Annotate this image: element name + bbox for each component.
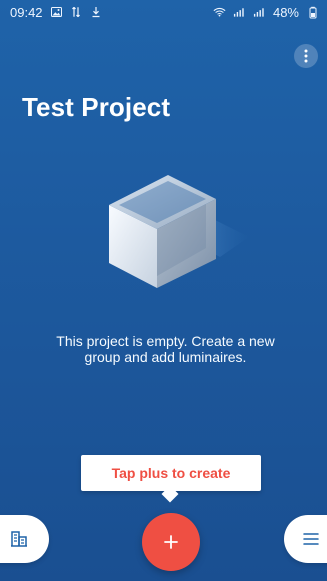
signal-icon-secondary xyxy=(253,6,266,18)
wifi-icon xyxy=(213,6,226,18)
status-bar: 09:42 48% xyxy=(0,0,327,24)
status-right: 48% xyxy=(213,5,319,20)
status-left: 09:42 xyxy=(10,5,103,20)
battery-percent: 48% xyxy=(272,4,299,20)
more-vertical-icon xyxy=(304,49,308,63)
download-icon xyxy=(90,6,103,18)
building-icon xyxy=(11,531,27,547)
empty-state-message: This project is empty. Create a new grou… xyxy=(56,333,275,365)
building-view-button[interactable] xyxy=(0,515,49,563)
menu-button[interactable] xyxy=(284,515,327,563)
image-icon xyxy=(50,6,63,18)
empty-box-illustration xyxy=(109,175,249,288)
data-transfer-icon xyxy=(70,6,83,18)
menu-icon xyxy=(303,533,319,545)
page-title: Test Project xyxy=(22,92,171,122)
plus-icon xyxy=(164,535,178,549)
status-time: 09:42 xyxy=(10,4,43,20)
add-button[interactable] xyxy=(142,513,200,571)
battery-icon xyxy=(306,6,319,18)
more-options-button[interactable] xyxy=(294,44,318,68)
signal-icon xyxy=(233,6,246,18)
project-screen: 09:42 48% Test Project This project is e… xyxy=(0,0,327,581)
